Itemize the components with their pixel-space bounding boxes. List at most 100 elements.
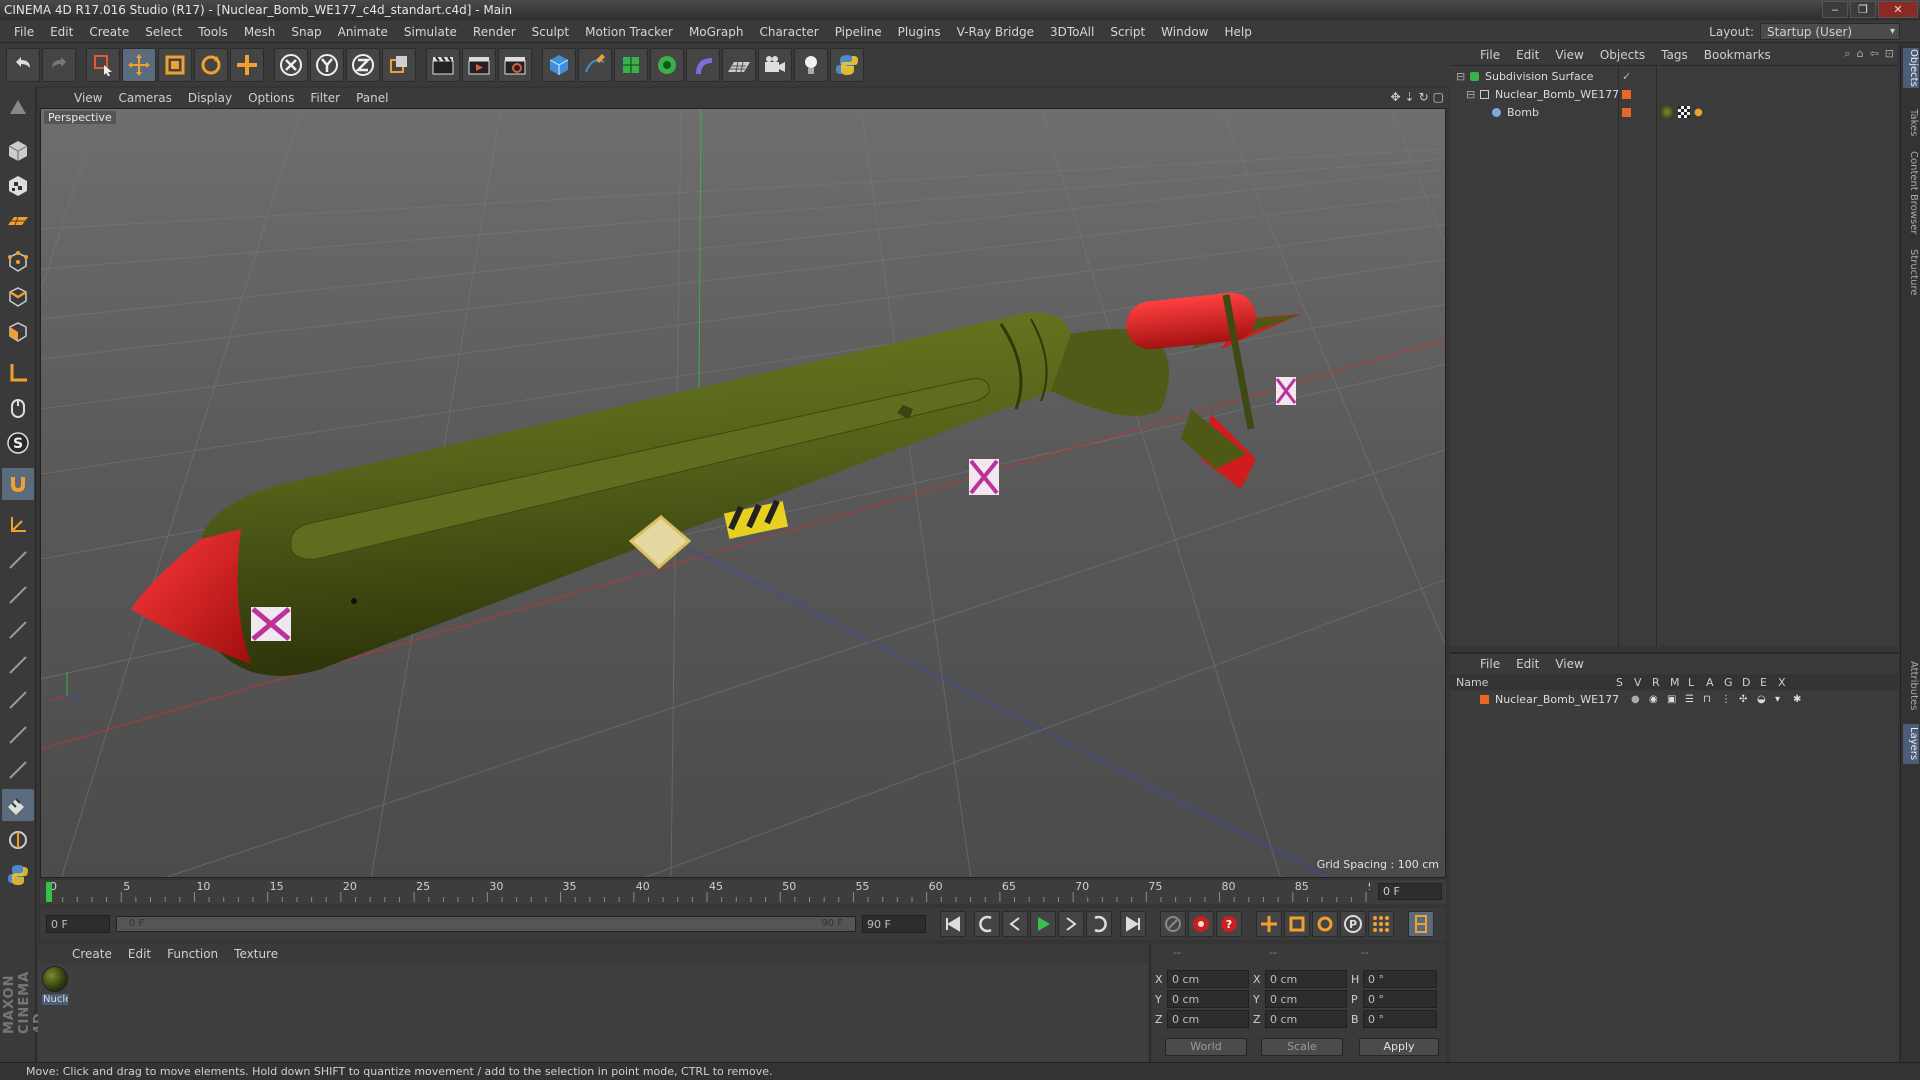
col-animation[interactable]: A xyxy=(1706,676,1724,689)
layers-menu-view[interactable]: View xyxy=(1547,657,1591,671)
menu-render[interactable]: Render xyxy=(465,25,524,39)
current-frame-field[interactable]: 0 F xyxy=(1378,883,1442,900)
layer-row[interactable]: Nuclear_Bomb_WE177 ● ◉ ▣ ☰ ⊓ ⋮ ✣ ◒ ▾ ✱ xyxy=(1450,690,1898,708)
menu-mograph[interactable]: MoGraph xyxy=(681,25,752,39)
object-row-nuclear-bomb[interactable]: ⊟ Nuclear_Bomb_WE177 xyxy=(1450,85,1898,103)
workplane-axis-button[interactable] xyxy=(2,509,34,541)
menu-file[interactable]: File xyxy=(6,25,42,39)
viewport-menu-options[interactable]: Options xyxy=(240,91,302,105)
add-light-button[interactable] xyxy=(794,48,828,82)
playhead[interactable] xyxy=(46,882,52,902)
menu-help[interactable]: Help xyxy=(1216,25,1259,39)
menu-motion-tracker[interactable]: Motion Tracker xyxy=(577,25,681,39)
tab-attributes[interactable]: Attributes xyxy=(1903,656,1919,716)
col-view[interactable]: V xyxy=(1634,676,1652,689)
menu-simulate[interactable]: Simulate xyxy=(396,25,465,39)
maximize-button[interactable]: ❐ xyxy=(1850,1,1876,18)
animation-icon[interactable]: ⋮ xyxy=(1721,694,1739,705)
render-icon[interactable]: ▣ xyxy=(1667,694,1685,705)
add-deformer-button[interactable] xyxy=(686,48,720,82)
key-rotation-button[interactable] xyxy=(1312,911,1338,937)
edges-mode-button[interactable] xyxy=(2,281,34,313)
move-tool-button[interactable] xyxy=(122,48,156,82)
tab-takes[interactable]: Takes xyxy=(1903,106,1919,140)
material-menu-function[interactable]: Function xyxy=(159,947,226,961)
orbit-icon[interactable]: ↻ xyxy=(1419,90,1429,104)
brush-tool-7[interactable] xyxy=(2,754,34,786)
preview-range-slider[interactable]: 0 F 90 F xyxy=(116,916,856,932)
solo-icon[interactable]: ● xyxy=(1631,694,1649,705)
workplane-button[interactable] xyxy=(2,205,34,237)
object-row-bomb[interactable]: Bomb ● xyxy=(1450,103,1898,121)
viewport-menu-filter[interactable]: Filter xyxy=(302,91,348,105)
menu-select[interactable]: Select xyxy=(137,25,190,39)
position-z-field[interactable]: 0 cm xyxy=(1167,1010,1249,1028)
object-name[interactable]: Bomb xyxy=(1507,106,1539,119)
timeline-ruler[interactable]: 051015202530354045505560657075808590 0 F xyxy=(40,880,1446,904)
brush-tool-2[interactable] xyxy=(2,579,34,611)
timeline-mode-button[interactable] xyxy=(1408,911,1434,937)
uvw-tag-icon[interactable] xyxy=(1678,106,1690,118)
collapse-icon[interactable]: ⊟ xyxy=(1466,88,1475,101)
objects-menu-edit[interactable]: Edit xyxy=(1508,48,1547,62)
objects-menu-objects[interactable]: Objects xyxy=(1592,48,1653,62)
key-pla-button[interactable] xyxy=(1368,911,1394,937)
model-mode-button[interactable] xyxy=(2,135,34,167)
position-y-field[interactable]: 0 cm xyxy=(1167,990,1249,1008)
autokey-button[interactable]: ? xyxy=(1216,911,1242,937)
viewport-menu-cameras[interactable]: Cameras xyxy=(110,91,179,105)
layer-name[interactable]: Nuclear_Bomb_WE177 xyxy=(1495,693,1631,706)
texture-mode-button[interactable] xyxy=(2,170,34,202)
minimize-button[interactable]: ‒ xyxy=(1822,1,1848,18)
add-generator-button[interactable] xyxy=(614,48,648,82)
layer-color-icon[interactable] xyxy=(1622,89,1631,99)
size-y-field[interactable]: 0 cm xyxy=(1265,990,1347,1008)
col-solo[interactable]: S xyxy=(1616,676,1634,689)
back-icon[interactable]: ⇦ xyxy=(1870,47,1879,61)
pan-icon[interactable]: ✥ xyxy=(1390,90,1400,104)
size-x-field[interactable]: 0 cm xyxy=(1265,970,1347,988)
sculpt-tool-button[interactable] xyxy=(2,824,34,856)
maximize-view-icon[interactable]: ▢ xyxy=(1433,90,1444,104)
go-to-start-button[interactable] xyxy=(940,911,966,937)
make-editable-button[interactable] xyxy=(2,92,34,124)
brush-tool-3[interactable] xyxy=(2,614,34,646)
go-to-end-button[interactable] xyxy=(1120,911,1146,937)
layers-menu-edit[interactable]: Edit xyxy=(1508,657,1547,671)
menu-create[interactable]: Create xyxy=(81,25,137,39)
rotation-b-field[interactable]: 0 ° xyxy=(1363,1010,1437,1028)
material-name[interactable]: Nucle xyxy=(42,994,68,1005)
end-frame-field[interactable]: 90 F xyxy=(862,915,926,933)
generator-icon[interactable]: ✣ xyxy=(1739,694,1757,705)
next-frame-button[interactable] xyxy=(1058,911,1084,937)
layer-color-swatch[interactable] xyxy=(1480,694,1489,704)
collapse-icon[interactable]: ⊟ xyxy=(1456,70,1465,83)
menu-sculpt[interactable]: Sculpt xyxy=(524,25,577,39)
col-generators[interactable]: G xyxy=(1724,676,1742,689)
add-camera-button[interactable] xyxy=(758,48,792,82)
brush-tool-1[interactable] xyxy=(2,544,34,576)
menu-animate[interactable]: Animate xyxy=(330,25,396,39)
menu-character[interactable]: Character xyxy=(751,25,826,39)
object-name[interactable]: Nuclear_Bomb_WE177 xyxy=(1495,88,1619,101)
view-eye-icon[interactable]: ◉ xyxy=(1649,694,1667,705)
col-expressions[interactable]: E xyxy=(1760,676,1778,689)
previous-key-button[interactable] xyxy=(974,911,1000,937)
menu-script[interactable]: Script xyxy=(1102,25,1153,39)
render-to-picture-viewer-button[interactable] xyxy=(462,48,496,82)
object-name[interactable]: Subdivision Surface xyxy=(1485,70,1593,83)
objects-menu-tags[interactable]: Tags xyxy=(1653,48,1696,62)
tweak-mode-button[interactable] xyxy=(2,392,34,424)
snap-button[interactable]: S xyxy=(2,427,34,459)
col-deformers[interactable]: D xyxy=(1742,676,1760,689)
material-menu-create[interactable]: Create xyxy=(64,947,120,961)
play-button[interactable] xyxy=(1030,911,1056,937)
lock-icon[interactable]: ⊓ xyxy=(1703,694,1721,705)
axis-mode-button[interactable] xyxy=(2,357,34,389)
home-icon[interactable]: ⌂ xyxy=(1857,47,1864,61)
objects-menu-view[interactable]: View xyxy=(1547,48,1591,62)
polygons-mode-button[interactable] xyxy=(2,316,34,348)
apply-button[interactable]: Apply xyxy=(1359,1038,1439,1056)
key-scale-button[interactable] xyxy=(1284,911,1310,937)
coordinate-mode-dropdown[interactable]: World xyxy=(1165,1038,1247,1056)
